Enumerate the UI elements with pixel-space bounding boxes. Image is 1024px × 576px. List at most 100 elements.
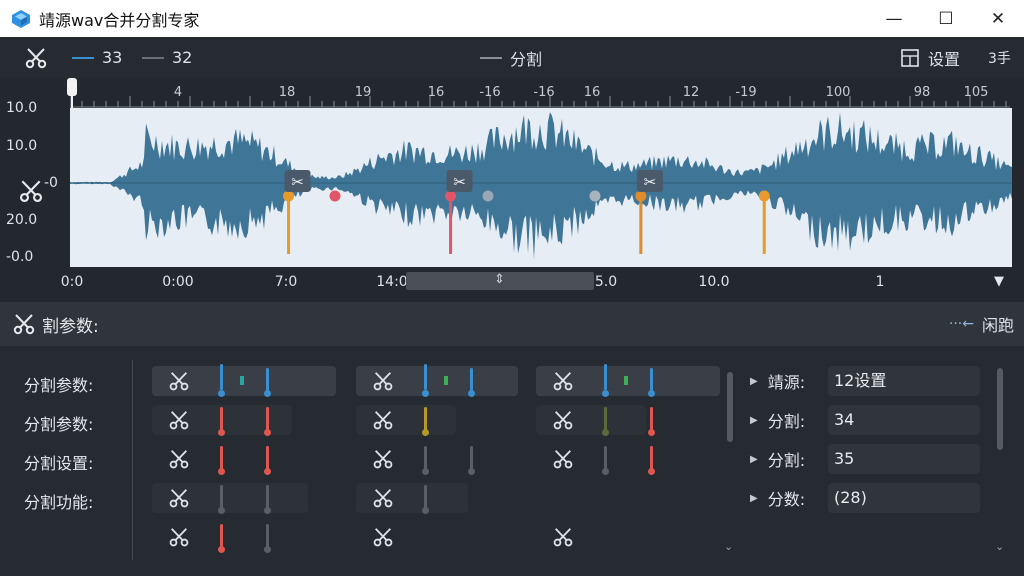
track-b-legend[interactable]: 32 <box>142 37 192 78</box>
slider-knob[interactable] <box>648 468 655 475</box>
slider-knob[interactable] <box>468 468 475 475</box>
slider-knob[interactable] <box>648 429 655 436</box>
property-row-0[interactable]: ▶ 靖源: 12设置 <box>750 366 980 396</box>
slider-knob[interactable] <box>648 390 655 397</box>
param-slider[interactable] <box>470 368 473 392</box>
close-button[interactable]: ✕ <box>972 0 1024 37</box>
scissors-icon[interactable] <box>372 526 394 548</box>
param-slider[interactable] <box>650 407 653 431</box>
scissors-icon[interactable] <box>168 370 190 392</box>
grid-scrollbar[interactable] <box>727 372 733 442</box>
slider-knob[interactable] <box>264 507 271 514</box>
slider-knob[interactable] <box>218 468 225 475</box>
track-a-legend[interactable]: 33 <box>72 37 122 78</box>
split-marker-2[interactable]: ✂ <box>635 170 663 254</box>
param-cell-r0-c0[interactable] <box>152 364 336 397</box>
param-cell-r2-c0[interactable] <box>152 444 292 475</box>
slider-knob[interactable] <box>468 390 475 397</box>
properties-scrollbar[interactable] <box>997 368 1003 450</box>
scissors-icon[interactable] <box>372 487 394 509</box>
param-cell-r4-c2[interactable] <box>536 522 576 552</box>
property-value[interactable]: (28) <box>828 483 980 513</box>
slider-knob[interactable] <box>264 390 271 397</box>
scissors-icon[interactable] <box>552 526 574 548</box>
param-cell-r4-c0[interactable] <box>152 522 292 553</box>
scissors-icon[interactable] <box>168 409 190 431</box>
slider-knob[interactable] <box>422 468 429 475</box>
param-slider[interactable] <box>424 407 427 431</box>
param-slider[interactable] <box>604 364 607 390</box>
scissors-icon[interactable] <box>168 487 190 509</box>
slider-knob[interactable] <box>218 507 225 514</box>
param-slider[interactable] <box>266 368 269 392</box>
scissors-icon[interactable] <box>552 409 574 431</box>
property-value[interactable]: 35 <box>828 444 980 474</box>
slider-knob[interactable] <box>422 429 429 436</box>
param-cell-r1-c1[interactable] <box>356 405 456 436</box>
param-cell-r4-c1[interactable] <box>356 522 436 552</box>
slider-knob[interactable] <box>218 546 225 553</box>
slider-knob[interactable] <box>264 429 271 436</box>
slider-knob[interactable] <box>264 546 271 553</box>
param-slider[interactable] <box>266 407 269 431</box>
param-cell-r1-c0[interactable] <box>152 405 292 436</box>
extra-menu-button[interactable]: 3手 <box>988 37 1011 78</box>
property-row-1[interactable]: ▶ 分割: 34 <box>750 405 980 435</box>
param-slider[interactable] <box>220 524 223 548</box>
param-slider[interactable] <box>220 364 223 390</box>
property-value[interactable]: 34 <box>828 405 980 435</box>
scissors-tool-button[interactable] <box>24 37 48 78</box>
slider-knob[interactable] <box>602 390 609 397</box>
scissors-icon[interactable] <box>372 448 394 470</box>
param-cell-r3-c0[interactable] <box>152 483 308 514</box>
scissors-icon[interactable] <box>552 370 574 392</box>
param-slider[interactable] <box>220 485 223 509</box>
side-scissors-button[interactable] <box>18 178 44 204</box>
param-slider[interactable] <box>650 446 653 470</box>
timeline-dropdown-icon[interactable]: ▼ <box>994 274 1004 289</box>
cue-point-0[interactable] <box>329 190 341 202</box>
param-cell-r2-c1[interactable] <box>356 444 475 475</box>
slider-knob[interactable] <box>422 507 429 514</box>
property-value[interactable]: 12设置 <box>828 366 980 396</box>
param-slider[interactable] <box>424 485 427 509</box>
param-slider[interactable] <box>220 446 223 470</box>
cue-point-1[interactable] <box>482 190 494 202</box>
slider-knob[interactable] <box>602 429 609 436</box>
param-slider[interactable] <box>424 364 427 390</box>
param-slider[interactable] <box>266 446 269 470</box>
cue-point-2[interactable] <box>589 190 601 202</box>
param-slider[interactable] <box>266 524 269 548</box>
maximize-button[interactable]: ☐ <box>920 0 972 37</box>
param-slider[interactable] <box>604 446 607 470</box>
waveform-canvas[interactable]: ✂ ✂ ✂ <box>70 108 1012 267</box>
param-slider[interactable] <box>650 368 653 392</box>
param-slider[interactable] <box>604 407 607 431</box>
param-cell-r0-c1[interactable] <box>356 364 518 397</box>
slider-knob[interactable] <box>218 390 225 397</box>
scissors-icon[interactable] <box>168 526 190 548</box>
param-cell-r2-c2[interactable] <box>536 444 655 475</box>
property-row-3[interactable]: ▶ 分数: (28) <box>750 483 980 513</box>
param-slider[interactable] <box>266 485 269 509</box>
param-cell-r0-c2[interactable] <box>536 364 720 397</box>
time-ruler[interactable]: 4 18 19 16 -16 -16 16 12 -19 100 98 105 <box>70 78 1010 108</box>
param-slider[interactable] <box>220 407 223 431</box>
minimize-button[interactable]: — <box>868 0 920 37</box>
properties-scroll-down-icon[interactable]: ⌄ <box>995 540 1004 553</box>
property-row-2[interactable]: ▶ 分割: 35 <box>750 444 980 474</box>
scissors-icon[interactable] <box>552 448 574 470</box>
split-marker-0[interactable]: ✂ <box>283 170 311 254</box>
slider-knob[interactable] <box>422 390 429 397</box>
idle-toggle[interactable]: ···← 闲跑 <box>949 302 1014 346</box>
grid-scroll-down-icon[interactable]: ⌄ <box>724 540 733 553</box>
param-cell-r3-c1[interactable] <box>356 483 468 514</box>
playhead-handle[interactable] <box>67 78 77 96</box>
slider-knob[interactable] <box>602 468 609 475</box>
scissors-icon[interactable] <box>168 448 190 470</box>
timeline-scroll-thumb[interactable]: ⇕ <box>406 272 594 290</box>
split-marker-3[interactable] <box>758 190 770 255</box>
param-cell-r1-c2[interactable] <box>536 405 655 436</box>
settings-button[interactable]: 设置 <box>900 37 960 78</box>
slider-knob[interactable] <box>218 429 225 436</box>
